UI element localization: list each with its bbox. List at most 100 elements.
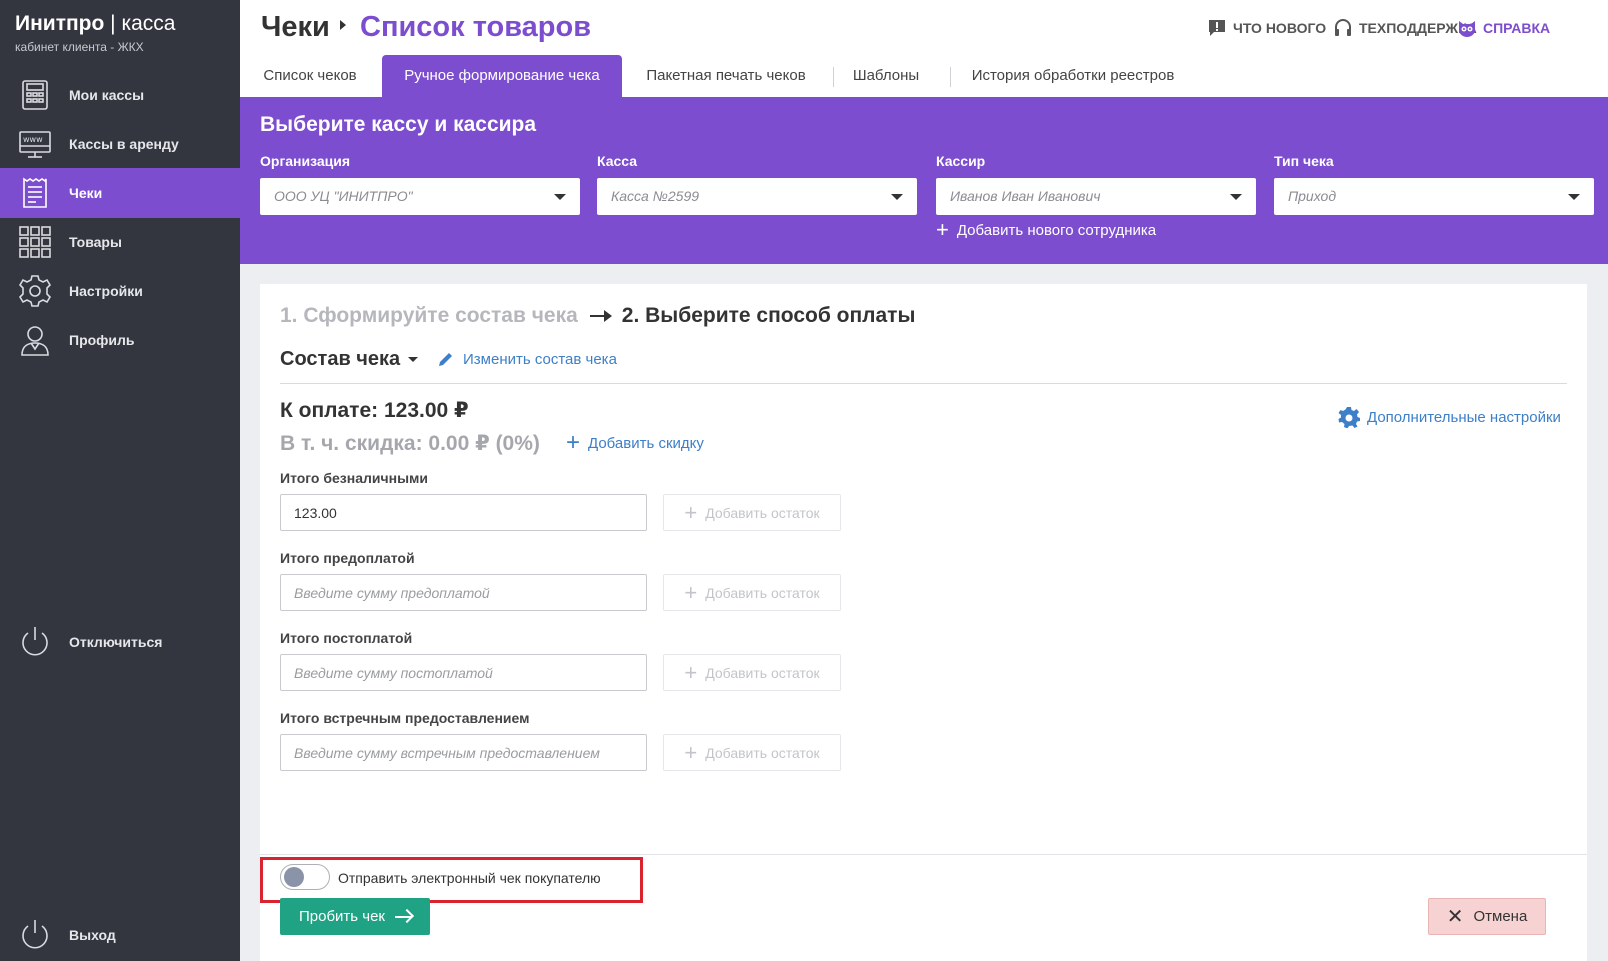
brand-product: касса [121,12,176,35]
cash-register-icon [17,77,53,113]
tab-manual-receipt[interactable]: Ручное формирование чека [382,55,622,97]
sidebar-item-settings[interactable]: Настройки [0,266,240,316]
add-employee-button[interactable]: + Добавить нового сотрудника [936,217,1157,242]
www-monitor-icon: www [17,126,53,162]
cashier-select[interactable]: Иванов Иван Иванович [936,178,1256,215]
pencil-icon [439,353,452,366]
disconnect-label: Отключиться [69,634,163,650]
edit-composition-label: Изменить состав чека [463,350,617,368]
power-icon [17,917,53,953]
prepayment-label: Итого предоплатой [280,550,415,566]
step-1[interactable]: 1. Сформируйте состав чека [280,304,578,328]
sidebar-item-label: Чеки [69,185,103,201]
edit-composition-link[interactable]: Изменить состав чека [437,350,617,368]
submit-label: Пробить чек [298,908,385,925]
register-select[interactable]: Касса №2599 [597,178,917,215]
send-receipt-toggle[interactable] [280,864,330,890]
toggle-knob [284,867,304,887]
sidebar-item-products[interactable]: Товары [0,217,240,267]
plus-icon: + [684,579,698,605]
steps: 1. Сформируйте состав чека 2. Выберите с… [280,304,915,328]
organization-value: ООО УЦ "ИНИТПРО" [274,188,413,204]
postpayment-input[interactable] [280,654,647,691]
extra-settings-link[interactable]: Дополнительные настройки [1338,406,1561,428]
add-rest-label: Добавить остаток [705,584,820,601]
divider [280,383,1567,384]
receipt-type-label: Тип чека [1274,153,1334,169]
plus-icon: + [684,659,698,685]
register-label: Касса [597,153,638,169]
brand-separator: | [110,12,116,35]
cashier-label: Кассир [936,153,986,169]
add-rest-button[interactable]: + Добавить остаток [663,734,841,771]
tab-templates[interactable]: Шаблоны [843,55,929,97]
step-2: 2. Выберите способ оплаты [621,304,916,327]
discount-amount: В т. ч. скидка: 0.00 ₽ (0%) [280,432,540,455]
tab-divider [950,67,951,87]
postpayment-label: Итого постоплатой [280,630,413,646]
sidebar-item-label: Настройки [69,283,143,299]
register-value: Касса №2599 [611,188,700,204]
arrow-right-icon [395,915,411,918]
help-link[interactable]: СПРАВКА [1457,18,1550,38]
submit-receipt-button[interactable]: Пробить чек [280,898,430,935]
gear-icon [17,273,53,309]
send-receipt-label: Отправить электронный чек покупателю [338,870,601,886]
sidebar-item-rental-cash-registers[interactable]: www Кассы в аренду [0,119,240,169]
brand-subtitle: кабинет клиента - ЖКХ [15,40,144,54]
add-rest-label: Добавить остаток [705,664,820,681]
chevron-down-icon [554,194,566,200]
brand-name: Инитпро [15,12,105,35]
sidebar-item-label: Товары [69,234,122,250]
add-rest-button[interactable]: + Добавить остаток [663,654,841,691]
cancel-button[interactable]: ✕ Отмена [1428,898,1546,935]
sidebar-item-label: Мои кассы [69,87,145,103]
header: Чеки Список товаров ЧТО НОВОГО ТЕХПОДДЕР… [240,0,1608,55]
add-employee-label: Добавить нового сотрудника [956,221,1157,239]
add-rest-button[interactable]: + Добавить остаток [663,574,841,611]
support-link[interactable]: ТЕХПОДДЕРЖКА [1333,18,1477,38]
whats-new-label: ЧТО НОВОГО [1233,20,1327,36]
sidebar-item-label: Кассы в аренду [69,136,179,152]
message-alert-icon [1209,20,1225,36]
receipt-type-select[interactable]: Приход [1274,178,1594,215]
sidebar-item-profile[interactable]: Профиль [0,315,240,365]
chevron-down-icon [1568,194,1580,200]
sidebar-item-receipts[interactable]: Чеки [0,168,240,218]
user-icon [17,322,53,358]
counter-provision-input[interactable] [280,734,647,771]
breadcrumb-root[interactable]: Чеки [261,11,330,44]
grid-icon [17,224,53,260]
headphones-icon [1335,19,1351,36]
page-title: Список товаров [360,11,592,43]
footer-divider [260,854,1587,855]
add-discount-label: Добавить скидку [588,434,704,452]
receipt-type-value: Приход [1288,188,1337,204]
cashier-value: Иванов Иван Иванович [950,188,1101,204]
payment-card: 1. Сформируйте состав чека 2. Выберите с… [260,284,1587,961]
disconnect-button[interactable]: Отключиться [0,617,240,667]
extra-settings-label: Дополнительные настройки [1367,408,1561,426]
gear-icon [1338,407,1360,428]
close-icon: ✕ [1446,905,1464,928]
sidebar-item-my-cash-registers[interactable]: Мои кассы [0,70,240,120]
whats-new-link[interactable]: ЧТО НОВОГО [1207,18,1326,38]
svg-text:www: www [23,135,43,144]
add-discount-button[interactable]: + Добавить скидку [566,429,704,456]
logout-label: Выход [69,927,116,943]
logout-button[interactable]: Выход [0,910,240,960]
cashless-input[interactable] [280,494,647,531]
cashless-label: Итого безналичными [280,470,429,486]
add-rest-button[interactable]: + Добавить остаток [663,494,841,531]
plus-icon: + [936,217,949,242]
power-icon [17,624,53,660]
tab-batch-print[interactable]: Пакетная печать чеков [634,55,818,97]
register-cashier-panel: Выберите кассу и кассира Организация ООО… [240,97,1608,264]
prepayment-input[interactable] [280,574,647,611]
plus-icon: + [684,499,698,525]
tab-receipt-list[interactable]: Список чеков [252,55,368,97]
plus-icon: + [566,429,581,456]
composition-dropdown[interactable]: Состав чека [280,348,419,371]
organization-select[interactable]: ООО УЦ "ИНИТПРО" [260,178,580,215]
tab-registry-history[interactable]: История обработки реестров [962,55,1184,97]
